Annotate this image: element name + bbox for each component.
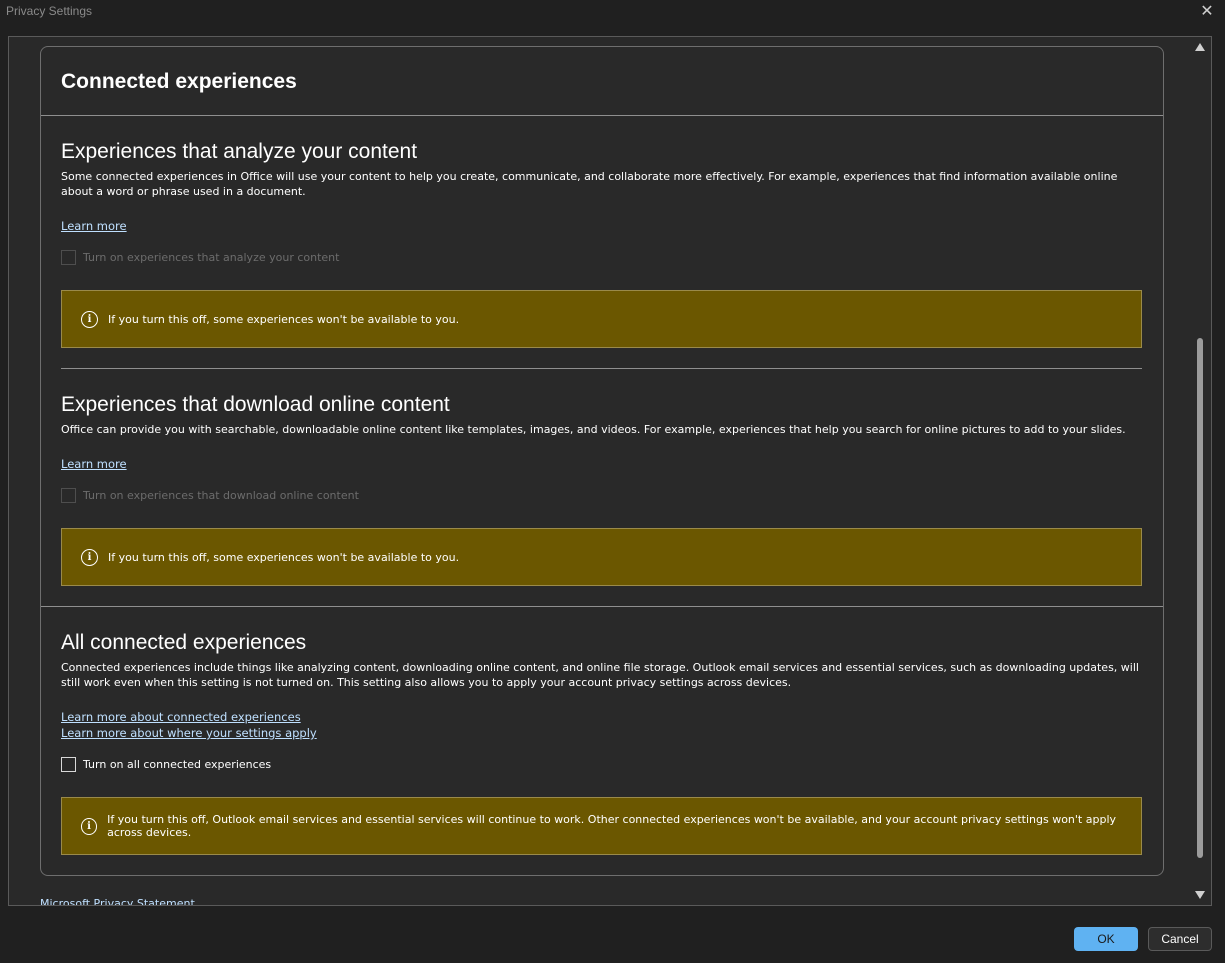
- info-icon: i: [81, 548, 98, 566]
- checkbox-all-connected[interactable]: [61, 756, 76, 772]
- scroll-thumb[interactable]: [1197, 338, 1203, 858]
- settings-scroll-area: Connected experiences Experiences that a…: [8, 36, 1212, 906]
- learn-more-connected-link[interactable]: Learn more about connected experiences: [61, 710, 301, 724]
- checkbox-download-content[interactable]: [61, 487, 76, 503]
- section-description-all: Connected experiences include things lik…: [61, 661, 1139, 689]
- warning-text-all: If you turn this off, Outlook email serv…: [107, 813, 1117, 839]
- checkbox-analyze-content[interactable]: [61, 249, 76, 265]
- warning-banner-download: i If you turn this off, some experiences…: [61, 528, 1142, 586]
- close-icon[interactable]: ✕: [1197, 1, 1217, 21]
- checkbox-label-analyze: Turn on experiences that analyze your co…: [83, 250, 340, 264]
- learn-more-link-download[interactable]: Learn more: [61, 457, 127, 471]
- section-description-download: Office can provide you with searchable, …: [61, 423, 1126, 436]
- learn-more-settings-apply-link[interactable]: Learn more about where your settings app…: [61, 726, 317, 740]
- checkbox-label-download: Turn on experiences that download online…: [83, 488, 359, 502]
- scroll-down-arrow-icon[interactable]: [1195, 891, 1205, 899]
- title-bar: Privacy Settings ✕: [0, 0, 1225, 26]
- checkbox-row-all: Turn on all connected experiences: [61, 756, 271, 772]
- info-icon: i: [81, 310, 98, 328]
- checkbox-row-analyze: Turn on experiences that analyze your co…: [61, 249, 339, 265]
- checkbox-row-download: Turn on experiences that download online…: [61, 487, 359, 503]
- section-heading-download: Experiences that download online content: [61, 393, 450, 416]
- connected-experiences-card: Connected experiences Experiences that a…: [40, 46, 1164, 876]
- divider: [41, 606, 1163, 607]
- section-heading-analyze: Experiences that analyze your content: [61, 140, 418, 163]
- vertical-scrollbar[interactable]: [1192, 40, 1208, 904]
- cancel-button[interactable]: Cancel: [1148, 927, 1212, 951]
- warning-banner-analyze: i If you turn this off, some experiences…: [61, 290, 1142, 348]
- warning-text-analyze: If you turn this off, some experiences w…: [108, 312, 460, 326]
- card-title: Connected experiences: [61, 70, 297, 93]
- section-heading-all: All connected experiences: [61, 631, 307, 654]
- checkbox-label-all: Turn on all connected experiences: [83, 757, 272, 771]
- warning-banner-all: i If you turn this off, Outlook email se…: [61, 797, 1142, 855]
- divider: [41, 115, 1163, 116]
- scroll-up-arrow-icon[interactable]: [1195, 43, 1205, 51]
- privacy-statement-link[interactable]: Microsoft Privacy Statement: [40, 897, 195, 905]
- warning-text-download: If you turn this off, some experiences w…: [108, 550, 460, 564]
- ok-button[interactable]: OK: [1074, 927, 1138, 951]
- learn-more-link-analyze[interactable]: Learn more: [61, 219, 127, 233]
- window-title: Privacy Settings: [6, 4, 93, 18]
- divider: [61, 368, 1142, 369]
- section-description-analyze: Some connected experiences in Office wil…: [61, 170, 1118, 198]
- info-icon: i: [81, 817, 98, 835]
